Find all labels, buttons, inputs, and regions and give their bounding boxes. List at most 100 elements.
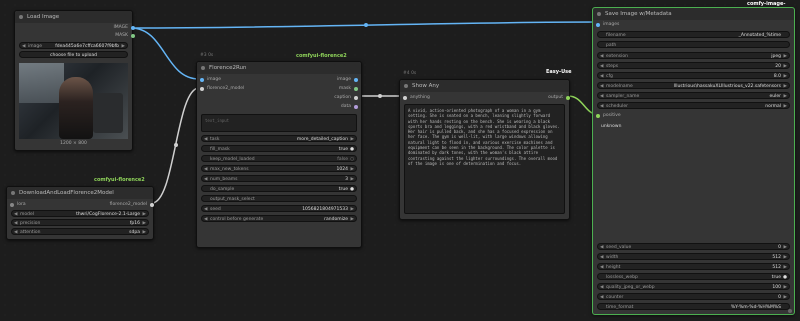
- seed-value-number[interactable]: ◀ seed_value 0 ▶: [597, 243, 790, 250]
- right-arrow-icon[interactable]: ▶: [351, 176, 354, 183]
- left-arrow-icon[interactable]: ◀: [600, 83, 603, 90]
- max-new-tokens-number[interactable]: ◀ max_new_tokens 1024 ▶: [201, 165, 357, 172]
- node-title[interactable]: Save Image w/Metadata: [593, 8, 794, 20]
- do-sample-toggle[interactable]: do_sample true ●: [201, 185, 357, 192]
- filename-field[interactable]: filename _Annotated_%time: [597, 31, 790, 38]
- left-arrow-icon[interactable]: ◀: [600, 93, 603, 100]
- right-arrow-icon[interactable]: ▶: [784, 264, 787, 271]
- left-arrow-icon[interactable]: ◀: [204, 206, 207, 213]
- num-beams-number[interactable]: ◀ num_beams 3 ▶: [201, 175, 357, 182]
- task-combo[interactable]: ◀ task more_detailed_caption ▶: [201, 135, 357, 142]
- image-combo[interactable]: ◀ image fdea445a6e7cffca6607f9bfb ▶: [19, 42, 128, 49]
- input-slot-florence2-model[interactable]: florence2_model: [200, 85, 244, 92]
- left-arrow-icon[interactable]: ◀: [204, 216, 207, 223]
- right-arrow-icon[interactable]: ▶: [784, 294, 787, 301]
- sampler-name-combo[interactable]: ◀ sampler_name euler ▶: [597, 92, 790, 99]
- right-arrow-icon[interactable]: ▶: [784, 93, 787, 100]
- left-arrow-icon[interactable]: ◀: [22, 43, 25, 50]
- right-arrow-icon[interactable]: ▶: [122, 43, 125, 50]
- right-arrow-icon[interactable]: ▶: [351, 216, 354, 223]
- caption-display[interactable]: A vivid, action-oriented photograph of a…: [404, 104, 565, 214]
- output-slot-mask[interactable]: mask: [339, 85, 358, 92]
- toggle-on-icon[interactable]: ●: [350, 186, 354, 193]
- scheduler-combo[interactable]: ◀ scheduler normal ▶: [597, 102, 790, 109]
- control-before-generate-combo[interactable]: ◀ control before generate randomize ▶: [201, 215, 357, 222]
- model-combo[interactable]: ◀ model thwri/CogFlorence-2.1-Large ▶: [11, 210, 149, 217]
- left-arrow-icon[interactable]: ◀: [600, 244, 603, 251]
- text-input-field[interactable]: text_input: [201, 114, 357, 132]
- input-slot-lora[interactable]: lora: [10, 201, 26, 208]
- right-arrow-icon[interactable]: ▶: [143, 220, 146, 227]
- node-title[interactable]: DownloadAndLoadFlorence2Model: [7, 187, 153, 199]
- left-arrow-icon[interactable]: ◀: [600, 264, 603, 271]
- right-arrow-icon[interactable]: ▶: [784, 83, 787, 90]
- lossless-webp-toggle[interactable]: lossless_webp true ●: [597, 273, 790, 280]
- toggle-off-icon[interactable]: ○: [350, 156, 354, 163]
- collapse-dot-icon[interactable]: [404, 84, 408, 88]
- modelname-combo[interactable]: ◀ modelname Illustrious\hassakuXLIllustrio…: [597, 82, 790, 89]
- cfg-number[interactable]: ◀ cfg 8.0 ▶: [597, 72, 790, 79]
- right-arrow-icon[interactable]: ▶: [143, 229, 146, 236]
- toggle-on-icon[interactable]: ●: [783, 274, 787, 281]
- right-arrow-icon[interactable]: ▶: [784, 284, 787, 291]
- input-slot-positive[interactable]: positive: [596, 112, 621, 119]
- right-arrow-icon[interactable]: ▶: [784, 73, 787, 80]
- input-slot-images[interactable]: images: [596, 21, 619, 28]
- right-arrow-icon[interactable]: ▶: [784, 254, 787, 261]
- left-arrow-icon[interactable]: ◀: [204, 136, 207, 143]
- collapse-dot-icon[interactable]: [201, 66, 205, 70]
- toggle-on-icon[interactable]: ●: [350, 146, 354, 153]
- output-slot-caption[interactable]: caption: [334, 94, 358, 101]
- output-slot-mask[interactable]: MASK: [115, 32, 135, 39]
- right-arrow-icon[interactable]: ▶: [143, 211, 146, 218]
- output-slot-data[interactable]: data: [341, 103, 358, 110]
- node-title[interactable]: Load Image: [15, 11, 132, 23]
- steps-number[interactable]: ◀ steps 20 ▶: [597, 62, 790, 69]
- collapse-dot-icon[interactable]: [597, 12, 601, 16]
- load-image-node[interactable]: Load Image IMAGE MASK ◀ image fdea445a6e…: [14, 10, 135, 151]
- left-arrow-icon[interactable]: ◀: [600, 103, 603, 110]
- right-arrow-icon[interactable]: ▶: [784, 244, 787, 251]
- output-slot-florence2-model[interactable]: florence2_model: [110, 201, 154, 208]
- output-slot-image[interactable]: image: [337, 76, 358, 83]
- precision-combo[interactable]: ◀ precision fp16 ▶: [11, 219, 149, 226]
- keep-model-loaded-toggle[interactable]: keep_model_loaded false ○: [201, 155, 357, 162]
- path-field[interactable]: path: [597, 41, 790, 48]
- output-mask-select-field[interactable]: output_mask_select: [201, 195, 357, 202]
- left-arrow-icon[interactable]: ◀: [600, 73, 603, 80]
- input-slot-image[interactable]: image: [200, 76, 221, 83]
- left-arrow-icon[interactable]: ◀: [600, 284, 603, 291]
- left-arrow-icon[interactable]: ◀: [14, 220, 17, 227]
- right-arrow-icon[interactable]: ▶: [351, 206, 354, 213]
- right-arrow-icon[interactable]: ▶: [784, 103, 787, 110]
- height-number[interactable]: ◀ height 512 ▶: [597, 263, 790, 270]
- florence2-run-node[interactable]: Florence2Run image florence2_model image…: [196, 61, 362, 248]
- right-arrow-icon[interactable]: ▶: [784, 63, 787, 70]
- time-format-field[interactable]: time_format %Y-%m-%d-%H%M%S: [597, 303, 790, 310]
- show-any-node[interactable]: Show Any anything output A vivid, action…: [399, 79, 570, 220]
- fill-mask-toggle[interactable]: fill_mask true ●: [201, 145, 357, 152]
- node-title[interactable]: Show Any: [400, 80, 569, 92]
- collapse-dot-icon[interactable]: [19, 15, 23, 19]
- counter-number[interactable]: ◀ counter 0 ▶: [597, 293, 790, 300]
- extension-combo[interactable]: ◀ extension jpeg ▶: [597, 52, 790, 59]
- left-arrow-icon[interactable]: ◀: [600, 53, 603, 60]
- florence2-model-loader-node[interactable]: DownloadAndLoadFlorence2Model lora flore…: [6, 186, 154, 240]
- seed-number[interactable]: ◀ seed 1056821804971533 ▶: [201, 205, 357, 212]
- width-number[interactable]: ◀ width 512 ▶: [597, 253, 790, 260]
- right-arrow-icon[interactable]: ▶: [351, 166, 354, 173]
- left-arrow-icon[interactable]: ◀: [14, 229, 17, 236]
- left-arrow-icon[interactable]: ◀: [600, 294, 603, 301]
- output-slot-image[interactable]: IMAGE: [113, 24, 135, 31]
- left-arrow-icon[interactable]: ◀: [600, 254, 603, 261]
- input-slot-anything[interactable]: anything: [403, 94, 430, 101]
- right-arrow-icon[interactable]: ▶: [784, 53, 787, 60]
- output-slot-output[interactable]: output: [548, 94, 570, 101]
- left-arrow-icon[interactable]: ◀: [600, 63, 603, 70]
- attention-combo[interactable]: ◀ attention sdpa ▶: [11, 228, 149, 235]
- node-title[interactable]: Florence2Run: [197, 62, 361, 74]
- left-arrow-icon[interactable]: ◀: [14, 211, 17, 218]
- upload-button[interactable]: choose file to upload: [19, 51, 128, 58]
- collapse-dot-icon[interactable]: [11, 191, 15, 195]
- right-arrow-icon[interactable]: ▶: [351, 136, 354, 143]
